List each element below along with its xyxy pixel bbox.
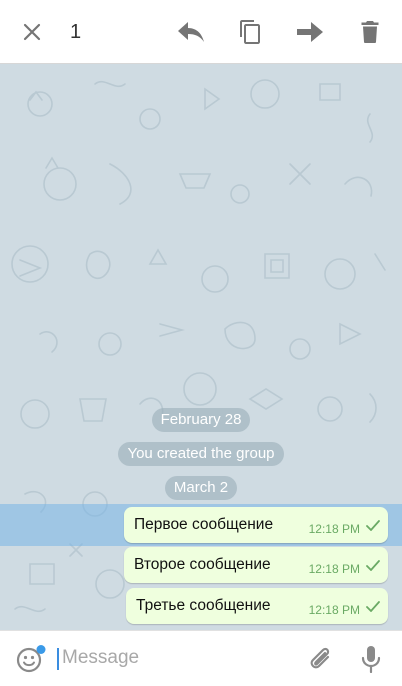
attach-button[interactable] bbox=[304, 631, 336, 686]
chat-area[interactable]: February 28 You created the group March … bbox=[0, 64, 402, 630]
date-label: February 28 bbox=[151, 408, 251, 432]
selected-count: 1 bbox=[70, 21, 82, 43]
message-input-bar bbox=[0, 630, 402, 685]
reply-icon bbox=[178, 22, 204, 42]
message-text: Первое сообщение bbox=[134, 516, 274, 533]
close-selection-button[interactable] bbox=[8, 0, 56, 64]
message-text: Второе сообщение bbox=[134, 556, 271, 573]
copy-icon bbox=[240, 20, 260, 44]
date-label: March 2 bbox=[164, 476, 238, 500]
copy-button[interactable] bbox=[226, 0, 274, 64]
message-time: 12:18 PM bbox=[308, 562, 360, 576]
trash-icon bbox=[361, 21, 379, 43]
check-icon bbox=[366, 560, 380, 571]
message-bubble[interactable]: Второе сообщение 12:18 PM bbox=[124, 547, 388, 583]
service-message: You created the group bbox=[0, 442, 402, 466]
reply-button[interactable] bbox=[167, 0, 215, 64]
message-time: 12:18 PM bbox=[308, 603, 360, 617]
service-message-text: You created the group bbox=[118, 442, 284, 466]
forward-icon bbox=[297, 22, 323, 42]
check-icon bbox=[366, 601, 380, 612]
forward-button[interactable] bbox=[286, 0, 334, 64]
check-icon bbox=[366, 520, 380, 531]
date-divider: March 2 bbox=[0, 476, 402, 500]
emoji-icon bbox=[16, 644, 46, 672]
message-time: 12:18 PM bbox=[308, 522, 360, 536]
attach-icon bbox=[310, 647, 330, 668]
date-divider: February 28 bbox=[0, 408, 402, 432]
text-cursor bbox=[57, 648, 59, 670]
microphone-icon bbox=[361, 645, 381, 673]
message-bubble[interactable]: Третье сообщение 12:18 PM bbox=[126, 588, 388, 624]
message-text: Третье сообщение bbox=[136, 597, 271, 614]
message-input[interactable] bbox=[62, 643, 287, 673]
emoji-button[interactable] bbox=[14, 631, 48, 686]
selection-action-bar: 1 bbox=[0, 0, 402, 64]
message-bubble[interactable]: Первое сообщение 12:18 PM bbox=[124, 507, 388, 543]
microphone-button[interactable] bbox=[356, 631, 386, 686]
delete-button[interactable] bbox=[346, 0, 394, 64]
close-icon bbox=[23, 23, 41, 41]
